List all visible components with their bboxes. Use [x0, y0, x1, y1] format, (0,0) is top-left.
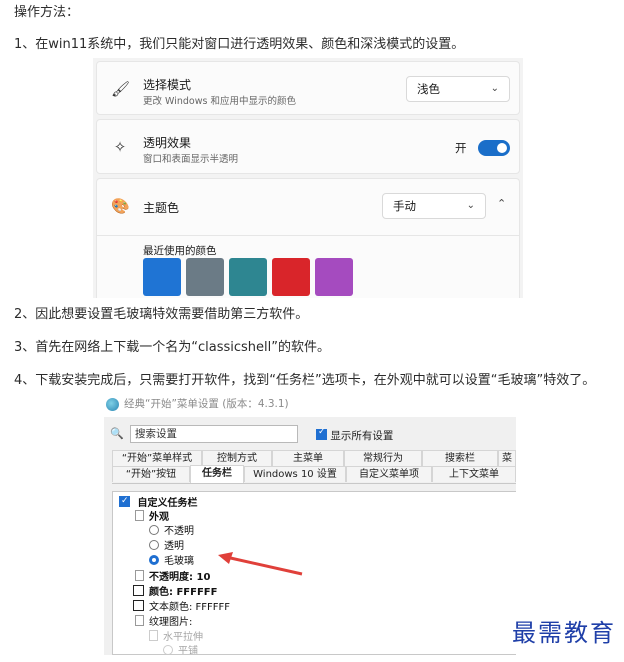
- accent-dropdown-value: 手动: [393, 199, 416, 213]
- tab-general-behavior[interactable]: 常规行为: [344, 450, 422, 466]
- stretch-item[interactable]: 水平拉伸: [149, 630, 203, 645]
- tab-menu-truncated[interactable]: 菜: [498, 450, 516, 466]
- classic-shell-title: 经典“开始”菜单设置 (版本：4.3.1): [124, 398, 289, 410]
- transparency-title: 透明效果: [143, 136, 192, 150]
- checkbox-empty-icon: [133, 585, 144, 596]
- custom-taskbar-item[interactable]: 自定义任务栏: [119, 494, 198, 511]
- tab-windows10-settings[interactable]: Windows 10 设置: [244, 466, 346, 482]
- color-swatch-red[interactable]: [272, 258, 310, 296]
- mode-setting-row: 🖌 选择模式 更改 Windows 和应用中显示的颜色 浅色 ⌄: [96, 61, 520, 115]
- chevron-down-icon: ⌄: [466, 200, 475, 211]
- show-all-label: 显示所有设置: [330, 430, 394, 442]
- document-icon: [135, 510, 144, 521]
- transparency-toggle[interactable]: [478, 140, 510, 156]
- step-4-text: 4、下载安装完成后，只需要打开软件，找到“任务栏”选项卡，在外观中就可以设置“毛…: [14, 373, 596, 388]
- tab-controls[interactable]: 控制方式: [202, 450, 272, 466]
- tab-custom-menu-items[interactable]: 自定义菜单项: [346, 466, 432, 482]
- classic-shell-titlebar: 经典“开始”菜单设置 (版本：4.3.1): [104, 393, 516, 417]
- color-swatch-purple[interactable]: [315, 258, 353, 296]
- tab-row-1: “开始”菜单样式 控制方式 主菜单 常规行为 搜索栏 菜: [112, 450, 516, 466]
- settings-tree: 自定义任务栏 外观 不透明 透明 毛玻璃 不透明度: 10 颜色: FFFFFF…: [112, 491, 516, 655]
- opaque-label: 不透明: [164, 526, 194, 537]
- mode-title: 选择模式: [143, 78, 192, 92]
- radio-on-icon: [149, 555, 159, 565]
- color-item[interactable]: 颜色: FFFFFF: [133, 585, 217, 600]
- accent-title: 主题色: [143, 201, 180, 215]
- classic-shell-body: 🔍 搜索设置 显示所有设置 “开始”菜单样式 控制方式 主菜单 常规行为 搜索栏…: [104, 417, 516, 655]
- watermark-logo: 最需教育: [512, 619, 616, 647]
- radio-transparent[interactable]: 透明: [149, 540, 184, 554]
- texture-label: 纹理图片:: [149, 617, 193, 628]
- tab-context-menu[interactable]: 上下文菜单: [432, 466, 516, 482]
- mode-dropdown-value: 浅色: [417, 82, 440, 96]
- recent-colors-label: 最近使用的颜色: [143, 245, 217, 257]
- document-icon: [149, 630, 158, 641]
- accent-setting-row: 🎨 主题色 手动 ⌄ ⌃ 最近使用的颜色: [96, 178, 520, 298]
- tab-taskbar[interactable]: 任务栏: [190, 465, 244, 483]
- step-2-text: 2、因此想要设置毛玻璃特效需要借助第三方软件。: [14, 307, 309, 322]
- stretch-label: 水平拉伸: [163, 632, 203, 643]
- appearance-item: 外观: [135, 510, 169, 525]
- tab-main-menu[interactable]: 主菜单: [272, 450, 344, 466]
- checkbox-empty-icon: [133, 600, 144, 611]
- transparency-subtitle: 窗口和表面显示半透明: [143, 154, 239, 165]
- tab-start-button[interactable]: “开始”按钮: [112, 466, 190, 482]
- paint-brush-icon: 🖌: [111, 80, 131, 98]
- tile-item[interactable]: 平铺: [163, 645, 198, 655]
- search-icon: 🔍: [110, 427, 124, 440]
- color-swatch-teal[interactable]: [229, 258, 267, 296]
- tab-row-2: “开始”按钮 任务栏 Windows 10 设置 自定义菜单项 上下文菜单: [112, 465, 516, 483]
- document-icon: [135, 570, 144, 581]
- tab-search-box[interactable]: 搜索栏: [422, 450, 498, 466]
- win11-settings-screenshot: 🖌 选择模式 更改 Windows 和应用中显示的颜色 浅色 ⌄ ✧ 透明效果 …: [93, 58, 523, 298]
- shell-app-icon: [106, 398, 119, 411]
- show-all-settings-checkbox[interactable]: 显示所有设置: [316, 427, 394, 443]
- transparency-state-label: 开: [455, 141, 467, 155]
- appearance-label: 外观: [149, 512, 169, 523]
- radio-off-icon: [149, 540, 159, 550]
- radio-off-icon: [149, 525, 159, 535]
- radio-glass[interactable]: 毛玻璃: [149, 555, 194, 569]
- intro-text: 操作方法：: [14, 5, 80, 20]
- text-color-item[interactable]: 文本颜色: FFFFFF: [133, 600, 230, 615]
- radio-opaque[interactable]: 不透明: [149, 525, 194, 539]
- checkbox-checked-icon: [119, 494, 130, 508]
- texture-item[interactable]: 纹理图片:: [135, 615, 192, 630]
- color-label: 颜色: FFFFFF: [149, 587, 218, 598]
- collapse-chevron-up-icon[interactable]: ⌃: [497, 197, 506, 210]
- color-swatch-slate[interactable]: [186, 258, 224, 296]
- accent-dropdown[interactable]: 手动 ⌄: [382, 193, 486, 219]
- step-1-text: 1、在win11系统中，我们只能对窗口进行透明效果、颜色和深浅模式的设置。: [14, 37, 465, 52]
- custom-taskbar-label: 自定义任务栏: [137, 498, 198, 509]
- tab-start-menu-style[interactable]: “开始”菜单样式: [112, 450, 202, 466]
- glass-label: 毛玻璃: [164, 556, 194, 567]
- color-swatch-blue[interactable]: [143, 258, 181, 296]
- chevron-down-icon: ⌄: [490, 83, 499, 94]
- checkbox-checked-icon: [316, 427, 327, 440]
- palette-icon: 🎨: [111, 197, 130, 215]
- document-icon: [135, 615, 144, 626]
- radio-off-icon: [163, 645, 173, 654]
- step-3-text: 3、首先在网络上下载一个名为“classicshell”的软件。: [14, 340, 331, 355]
- sparkle-icon: ✧: [113, 138, 127, 156]
- opacity-label: 不透明度: 10: [149, 572, 211, 583]
- red-arrow-annotation: [218, 552, 303, 576]
- opacity-item[interactable]: 不透明度: 10: [135, 570, 210, 585]
- classic-shell-screenshot: 经典“开始”菜单设置 (版本：4.3.1) 🔍 搜索设置 显示所有设置 “开始”…: [104, 393, 516, 655]
- transparent-label: 透明: [164, 541, 184, 552]
- search-input[interactable]: 搜索设置: [130, 425, 298, 443]
- mode-dropdown[interactable]: 浅色 ⌄: [406, 76, 510, 102]
- transparency-setting-row: ✧ 透明效果 窗口和表面显示半透明 开: [96, 119, 520, 174]
- mode-subtitle: 更改 Windows 和应用中显示的颜色: [143, 96, 296, 107]
- tile-label: 平铺: [178, 646, 198, 655]
- text-color-label: 文本颜色: FFFFFF: [149, 602, 231, 613]
